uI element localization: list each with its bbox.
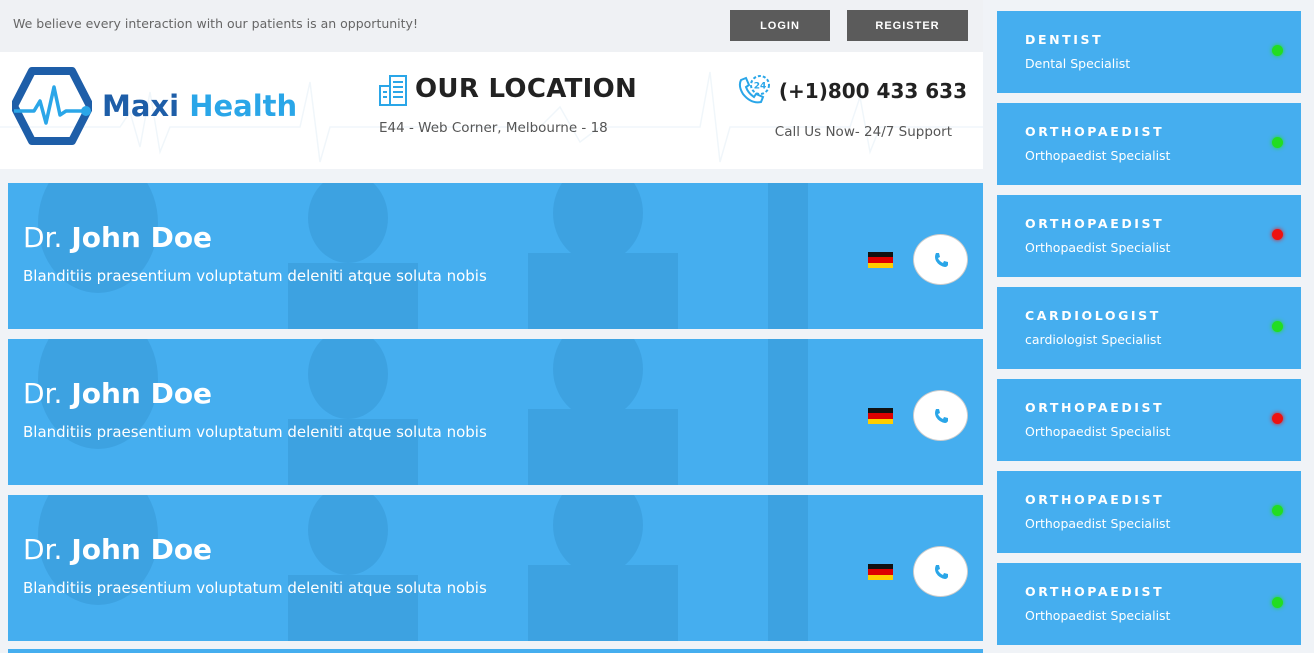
germany-flag-icon — [868, 252, 893, 268]
doctor-description: Blanditiis praesentium voluptatum deleni… — [23, 579, 487, 597]
doctor-description: Blanditiis praesentium voluptatum deleni… — [23, 423, 487, 441]
phone-subtitle: Call Us Now- 24/7 Support — [774, 124, 952, 140]
top-bar: We believe every interaction with our pa… — [0, 0, 983, 52]
specialist-title: ORTHOPAEDIST — [1025, 492, 1165, 507]
specialist-card[interactable]: ORTHOPAEDIST Orthopaedist Specialist — [997, 563, 1301, 645]
logo-hexagon-icon — [12, 67, 92, 145]
specialist-title: ORTHOPAEDIST — [1025, 584, 1165, 599]
svg-text:24: 24 — [754, 82, 767, 92]
doctor-prefix: Dr. — [23, 377, 63, 410]
logo-text-part1: Maxi — [102, 89, 180, 123]
site-header: Maxi Health OUR LOCATION E44 - Web Corne… — [0, 52, 983, 169]
phone-icon — [934, 564, 948, 579]
specialist-card[interactable]: ORTHOPAEDIST Orthopaedist Specialist — [997, 103, 1301, 185]
doctor-name: Dr. John Doe — [23, 533, 212, 566]
doctor-name-bold: John Doe — [71, 377, 213, 410]
tagline: We believe every interaction with our pa… — [13, 16, 418, 31]
doctor-name: Dr. John Doe — [23, 221, 212, 254]
phone-icon — [934, 408, 948, 423]
specialist-subtitle: cardiologist Specialist — [1025, 332, 1162, 347]
login-button[interactable]: LOGIN — [730, 10, 830, 41]
specialist-subtitle: Dental Specialist — [1025, 56, 1131, 71]
specialist-title: DENTIST — [1025, 32, 1104, 47]
doctor-photo-background — [38, 183, 808, 329]
specialist-card[interactable]: CARDIOLOGIST cardiologist Specialist — [997, 287, 1301, 369]
status-dot-icon — [1272, 413, 1283, 424]
specialist-card[interactable]: DENTIST Dental Specialist — [997, 11, 1301, 93]
doctor-card[interactable]: Dr. John Doe Blanditiis praesentium volu… — [8, 495, 983, 641]
call-button[interactable] — [913, 234, 968, 285]
call-button[interactable] — [913, 390, 968, 441]
doctor-card-partial — [8, 649, 983, 653]
phone-icon — [934, 252, 948, 267]
specialist-subtitle: Orthopaedist Specialist — [1025, 608, 1171, 623]
doctor-description: Blanditiis praesentium voluptatum deleni… — [23, 267, 487, 285]
doctor-name: Dr. John Doe — [23, 377, 212, 410]
location-title: OUR LOCATION — [415, 74, 638, 104]
specialist-title: ORTHOPAEDIST — [1025, 400, 1165, 415]
call-button[interactable] — [913, 546, 968, 597]
status-dot-icon — [1272, 321, 1283, 332]
doctor-photo-background — [38, 339, 808, 485]
specialist-subtitle: Orthopaedist Specialist — [1025, 240, 1171, 255]
doctor-photo-background — [38, 495, 808, 641]
doctor-name-bold: John Doe — [71, 533, 213, 566]
building-icon — [379, 75, 407, 106]
phone-24-icon: 24 — [738, 75, 770, 104]
site-logo[interactable]: Maxi Health — [12, 67, 297, 145]
specialist-card[interactable]: ORTHOPAEDIST Orthopaedist Specialist — [997, 195, 1301, 277]
specialist-title: ORTHOPAEDIST — [1025, 124, 1165, 139]
doctor-prefix: Dr. — [23, 533, 63, 566]
register-button[interactable]: REGISTER — [847, 10, 968, 41]
status-dot-icon — [1272, 505, 1283, 516]
doctor-prefix: Dr. — [23, 221, 63, 254]
status-dot-icon — [1272, 229, 1283, 240]
specialist-title: CARDIOLOGIST — [1025, 308, 1161, 323]
doctor-name-bold: John Doe — [71, 221, 213, 254]
germany-flag-icon — [868, 564, 893, 580]
doctor-card[interactable]: Dr. John Doe Blanditiis praesentium volu… — [8, 183, 983, 329]
logo-text: Maxi Health — [102, 89, 297, 123]
germany-flag-icon — [868, 408, 893, 424]
phone-number[interactable]: (+1)800 433 633 — [779, 79, 967, 103]
specialist-title: ORTHOPAEDIST — [1025, 216, 1165, 231]
location-block: OUR LOCATION E44 - Web Corner, Melbourne… — [379, 72, 637, 136]
doctor-card[interactable]: Dr. John Doe Blanditiis praesentium volu… — [8, 339, 983, 485]
status-dot-icon — [1272, 137, 1283, 148]
specialist-subtitle: Orthopaedist Specialist — [1025, 424, 1171, 439]
specialist-card[interactable]: ORTHOPAEDIST Orthopaedist Specialist — [997, 379, 1301, 461]
status-dot-icon — [1272, 45, 1283, 56]
status-dot-icon — [1272, 597, 1283, 608]
location-address: E44 - Web Corner, Melbourne - 18 — [379, 120, 608, 136]
phone-block: 24 (+1)800 433 633 Call Us Now- 24/7 Sup… — [735, 74, 967, 140]
logo-text-part2: Health — [189, 89, 298, 123]
specialist-card[interactable]: ORTHOPAEDIST Orthopaedist Specialist — [997, 471, 1301, 553]
specialist-subtitle: Orthopaedist Specialist — [1025, 516, 1171, 531]
specialist-subtitle: Orthopaedist Specialist — [1025, 148, 1171, 163]
